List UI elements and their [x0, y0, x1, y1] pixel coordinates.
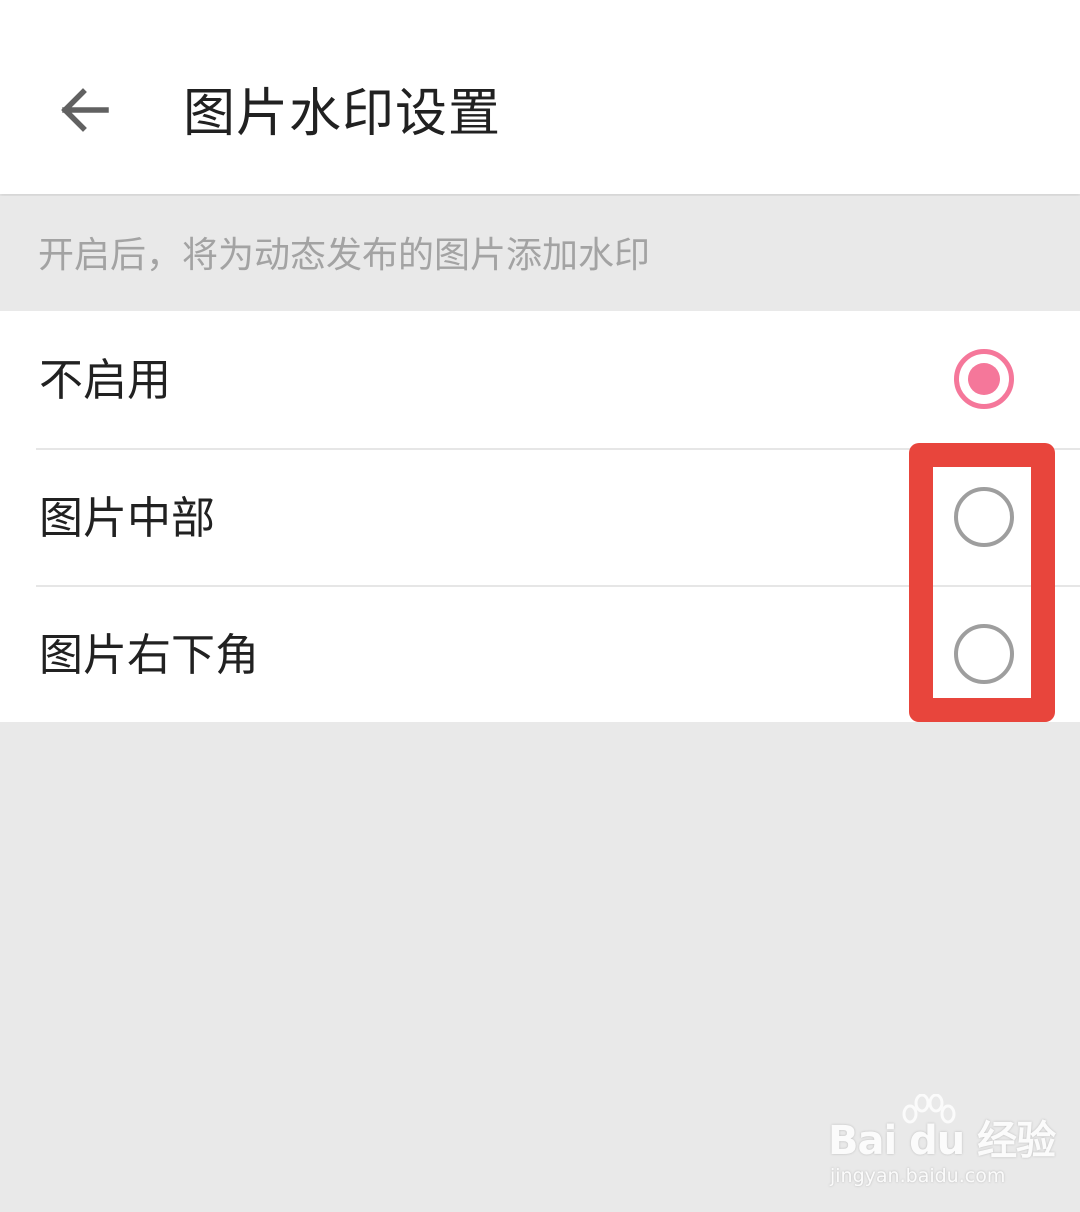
hint-text: 开启后，将为动态发布的图片添加水印 — [38, 235, 651, 276]
radio-selected[interactable] — [954, 349, 1014, 409]
arrow-left-icon — [56, 82, 112, 142]
option-center[interactable]: 图片中部 — [0, 449, 1080, 586]
back-button[interactable] — [46, 74, 122, 150]
option-bottom-right[interactable]: 图片右下角 — [0, 586, 1080, 723]
watermark-options-list: 不启用 图片中部 图片右下角 — [0, 311, 1080, 722]
baidu-jingyan-watermark: Bai du 经验 jingyan.baidu.com — [828, 1093, 1056, 1194]
paw-icon — [900, 1093, 956, 1132]
radio-unselected[interactable] — [954, 624, 1014, 684]
option-label: 图片中部 — [39, 493, 215, 544]
option-label: 图片右下角 — [39, 630, 259, 681]
option-label: 不启用 — [39, 355, 171, 406]
radio-unselected[interactable] — [954, 487, 1014, 547]
watermark-url: jingyan.baidu.com — [830, 1165, 1006, 1187]
option-disabled[interactable]: 不启用 — [0, 311, 1080, 448]
watermark-logo: Bai du 经验 — [828, 1118, 1056, 1164]
top-app-bar: 图片水印设置 — [0, 0, 1080, 194]
page-title: 图片水印设置 — [183, 84, 502, 144]
